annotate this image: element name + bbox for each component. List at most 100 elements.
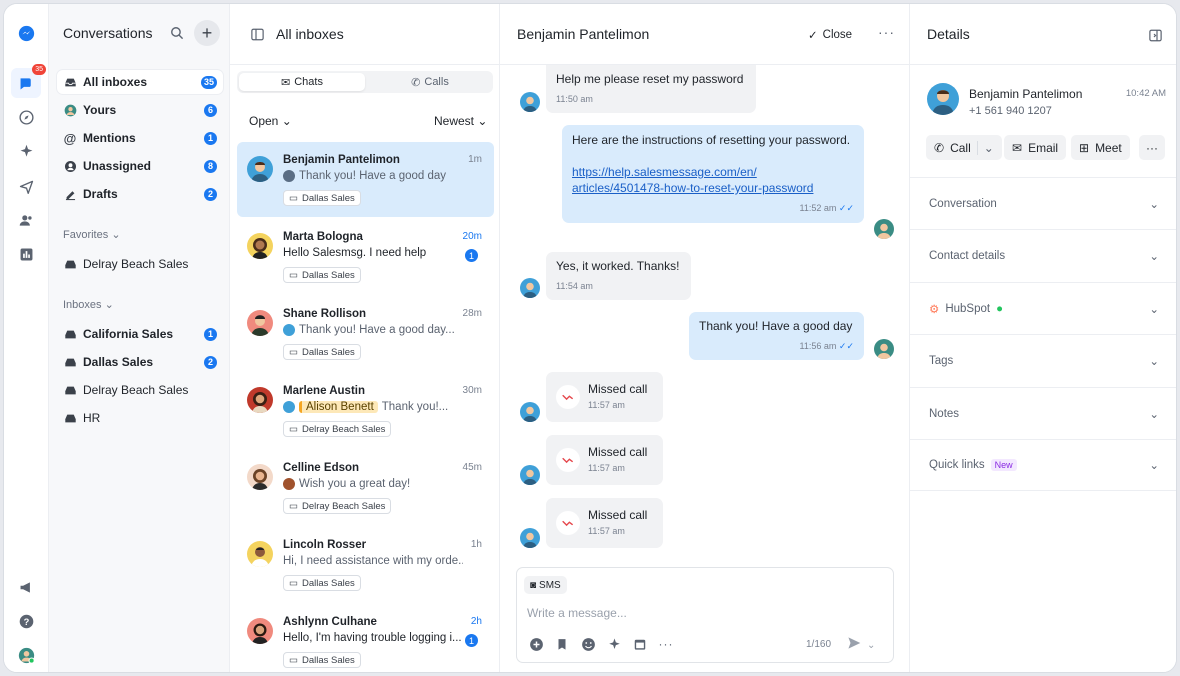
nav-yours[interactable]: Yours 6 [57, 98, 223, 122]
avatar [874, 339, 894, 359]
nav-label: Mentions [83, 131, 136, 145]
section-label: Notes [929, 407, 960, 420]
call-button[interactable]: ✆ Call ⌄ [926, 135, 1002, 160]
user-avatar[interactable] [15, 644, 37, 666]
avatar [247, 618, 273, 644]
inbox-tag-label: Delray Beach Sales [301, 423, 386, 435]
nav-all-inboxes[interactable]: All inboxes 35 [57, 70, 223, 94]
avatar [283, 478, 295, 490]
conversation-item[interactable]: Shane Rollison 28m Thank you! Have a goo… [237, 296, 494, 371]
chat-call-toggle: ✉ Chats ✆ Calls [237, 71, 493, 93]
status-filter-label: Open [249, 114, 279, 128]
conversation-item[interactable]: Benjamin Pantelimon 1m Thank you! Have a… [237, 142, 494, 217]
avatar [247, 233, 273, 259]
more-actions-button[interactable]: ··· [1139, 135, 1165, 160]
section-label: Quick links [929, 459, 985, 471]
app-logo-icon[interactable] [15, 22, 37, 44]
missed-call-label: Missed call [588, 508, 648, 522]
nav-unassigned[interactable]: Unassigned 8 [57, 154, 223, 178]
double-check-icon: ✓✓ [838, 203, 854, 213]
conversation-item[interactable]: Marlene Austin 30m Alison Benett Thank yo… [237, 373, 494, 448]
inbox-hr[interactable]: HR [57, 406, 223, 430]
inbox-icon [63, 384, 77, 397]
channel-selector[interactable]: ◙ SMS [524, 576, 567, 594]
emoji-icon[interactable] [580, 636, 596, 652]
close-button[interactable]: ✓ Close [808, 28, 852, 42]
more-options-icon[interactable]: ··· [878, 24, 895, 40]
more-icon[interactable]: ··· [658, 636, 674, 652]
conversation-item[interactable]: Marta Bologna 20m Hello Salesmsg. I need… [237, 219, 494, 294]
count-badge: 8 [204, 159, 217, 173]
help-icon[interactable]: ? [15, 610, 37, 632]
preview-text: Thank you! Have a good day... [299, 324, 455, 336]
verified-icon: ● [996, 302, 1004, 315]
nav-label: California Sales [83, 327, 174, 341]
section-contact-details[interactable]: Contact details ⌄ [910, 229, 1176, 281]
tab-calls[interactable]: ✆ Calls [367, 71, 493, 93]
tab-chats[interactable]: ✉ Chats [239, 73, 365, 91]
rail-badge: 35 [32, 64, 46, 75]
add-icon[interactable] [528, 636, 544, 652]
chat-icon: ✉ [281, 76, 291, 89]
help-link[interactable]: https://help.salesmessage.com/en/article… [572, 164, 854, 196]
favorite-delray-beach-sales[interactable]: Delray Beach Sales [57, 252, 223, 276]
inbox-tag-label: Dallas Sales [301, 269, 355, 281]
conversations-icon[interactable]: 35 [11, 64, 46, 98]
message-preview: Hello Salesmsg. I need help [283, 247, 463, 259]
sort-filter[interactable]: Newest ⌄ [434, 114, 487, 128]
nav-label: Dallas Sales [83, 355, 154, 369]
avatar [520, 278, 540, 298]
conversation-item[interactable]: Celline Edson 45m Wish you a great day! … [237, 450, 494, 525]
inbox-tag: ▭ Dallas Sales [283, 190, 361, 206]
meet-button[interactable]: ⊞ Meet [1071, 135, 1130, 160]
sidebar-toggle-icon[interactable] [250, 27, 265, 47]
section-hubspot[interactable]: ⚙ HubSpot ● ⌄ [910, 282, 1176, 334]
section-tags[interactable]: Tags ⌄ [910, 334, 1176, 386]
favorites-header[interactable]: Favorites ⌄ [63, 228, 121, 241]
new-conversation-button[interactable]: + [194, 20, 220, 46]
mention-chip: Alison Benett [299, 401, 378, 413]
search-icon[interactable] [170, 26, 184, 45]
collapse-panel-icon[interactable] [1148, 28, 1163, 48]
email-button[interactable]: ✉ Email [1004, 135, 1067, 160]
section-quick-links[interactable]: Quick links New ⌄ [910, 439, 1176, 491]
missed-call-time: 11:57 am [588, 463, 625, 473]
tab-label: Calls [424, 76, 449, 88]
nav-drafts[interactable]: Drafts 2 [57, 182, 223, 206]
chevron-down-icon: ⌄ [1149, 460, 1159, 472]
send-icon[interactable] [15, 175, 37, 197]
conversation-item[interactable]: Ashlynn Culhane 2h Hello, I'm having tro… [237, 604, 494, 672]
inbox-delray-beach-sales[interactable]: Delray Beach Sales [57, 378, 223, 402]
contacts-icon[interactable] [15, 209, 37, 231]
inboxes-header[interactable]: Inboxes ⌄ [63, 298, 114, 311]
message-composer: ◙ SMS Write a message... ··· 1/160 ⌄ [516, 567, 894, 663]
nav-mentions[interactable]: @ Mentions 1 [57, 126, 223, 150]
mail-icon: ✉ [1012, 140, 1023, 155]
chevron-down-icon[interactable]: ⌄ [867, 640, 875, 651]
calendar-icon[interactable] [632, 636, 648, 652]
compass-icon[interactable] [15, 106, 37, 128]
missed-call-card: Missed call 11:57 am [546, 372, 663, 422]
conversation-item[interactable]: Lincoln Rosser 1h Hi, I need assistance … [237, 527, 494, 602]
preview-text: Thank you!... [381, 401, 449, 413]
megaphone-icon[interactable] [15, 576, 37, 598]
status-filter[interactable]: Open ⌄ [249, 114, 292, 128]
sidebar-title: Conversations [63, 25, 153, 41]
user-icon [63, 160, 77, 173]
inbox-dallas-sales[interactable]: Dallas Sales 2 [57, 350, 223, 374]
section-notes[interactable]: Notes ⌄ [910, 387, 1176, 439]
sparkle-icon[interactable] [15, 140, 37, 162]
ai-sparkle-icon[interactable] [606, 636, 622, 652]
section-conversation[interactable]: Conversation ⌄ [910, 177, 1176, 229]
send-button[interactable]: ⌄ [847, 636, 875, 655]
avatar [247, 387, 273, 413]
details-panel: Details Benjamin Pantelimon +1 561 940 1… [910, 4, 1176, 672]
unread-badge: 1 [465, 249, 478, 262]
chevron-down-icon[interactable]: ⌄ [976, 140, 994, 155]
reports-icon[interactable] [15, 243, 37, 265]
inbox-california-sales[interactable]: California Sales 1 [57, 322, 223, 346]
template-icon[interactable] [554, 636, 570, 652]
missed-call-icon [556, 448, 580, 472]
message-input[interactable]: Write a message... [527, 606, 627, 620]
unread-badge: 1 [465, 634, 478, 647]
